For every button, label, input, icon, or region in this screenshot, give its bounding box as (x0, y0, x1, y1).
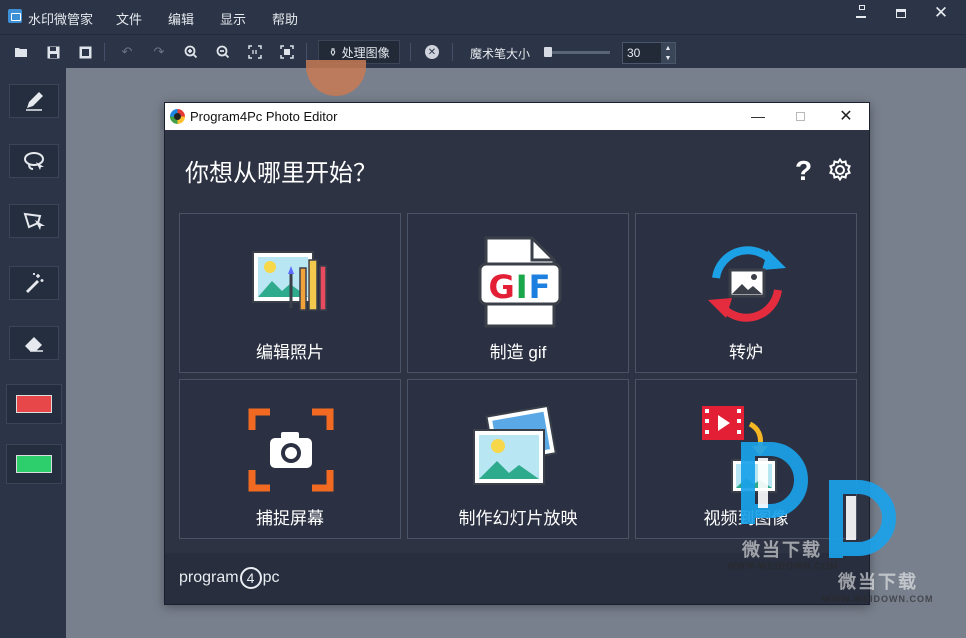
menu-edit[interactable]: 编辑 (168, 9, 194, 28)
save-as-icon[interactable] (76, 43, 94, 61)
magic-wand-icon (26, 273, 44, 293)
brush-size-slider-thumb[interactable] (543, 47, 552, 57)
menu-view[interactable]: 显示 (220, 9, 246, 28)
save-icon[interactable] (44, 43, 62, 61)
dialog-maximize-button[interactable] (785, 106, 815, 126)
dialog-heading: 你想从哪里开始？ (185, 160, 377, 187)
watermark-url: WWW.WEIDOWN.COM (727, 561, 839, 571)
eraser-tool-button[interactable] (9, 326, 59, 360)
canvas-image-fragment (306, 60, 366, 96)
watermark-text: 微当下载 (742, 540, 822, 560)
actual-size-icon[interactable] (246, 43, 264, 61)
gear-icon[interactable] (827, 157, 853, 183)
capture-screen-label: 捕捉屏幕 (256, 509, 324, 528)
lasso-tool-button[interactable] (9, 144, 59, 178)
clear-selection-icon[interactable]: ✕ (425, 45, 439, 59)
brush-size-slider[interactable] (544, 51, 610, 54)
capture-screen-card[interactable]: 捕捉屏幕 (179, 379, 401, 539)
slideshow-photos-icon (473, 406, 558, 485)
brand-text-before: program (179, 569, 239, 586)
maximize-button[interactable] (880, 0, 922, 26)
gif-file-icon: GIF (478, 236, 562, 328)
watermark-text: 微当下载 (838, 572, 918, 592)
open-folder-icon[interactable] (12, 43, 30, 61)
converter-card[interactable]: 转炉 (635, 213, 857, 373)
brush-size-stepper[interactable]: 30 ▲ ▼ (622, 42, 676, 64)
toolbar-divider (104, 43, 105, 61)
slideshow-label: 制作幻灯片放映 (458, 509, 578, 528)
zoom-out-icon[interactable] (214, 43, 232, 61)
stamp-icon: ⚱ (328, 46, 338, 59)
toolbar-divider (306, 43, 307, 61)
maximize-icon (896, 8, 906, 18)
undo-icon[interactable]: ↶ (118, 43, 136, 61)
dialog-minimize-button[interactable]: — (743, 106, 773, 126)
brand-four: 4 (239, 567, 262, 589)
eraser-icon (25, 337, 43, 352)
toolbar-divider (452, 43, 453, 61)
polygon-lasso-icon (23, 212, 45, 230)
menu-bar: 文件 编辑 显示 帮助 (116, 9, 324, 28)
brand-text-after: pc (262, 569, 280, 586)
lasso-icon (24, 152, 44, 170)
stepper-arrows[interactable]: ▲ ▼ (661, 43, 675, 63)
dialog-title: Program4Pc Photo Editor (190, 109, 338, 124)
dialog-close-button[interactable]: ✕ (831, 106, 861, 126)
maximize-icon (795, 111, 805, 121)
chevron-up-icon[interactable]: ▲ (665, 45, 672, 52)
fit-window-icon[interactable] (278, 43, 296, 61)
edit-photo-label: 编辑照片 (256, 343, 324, 362)
secondary-color-swatch (16, 455, 52, 473)
program4pc-brand-logo: program 4 pc (179, 567, 279, 589)
redo-icon[interactable]: ↷ (150, 43, 168, 61)
tool-sidebar (0, 68, 66, 638)
convert-arrows-icon (708, 246, 786, 322)
slideshow-card[interactable]: 制作幻灯片放映 (407, 379, 629, 539)
menu-file[interactable]: 文件 (116, 9, 142, 28)
app-logo-icon (8, 9, 22, 23)
minimize-button[interactable] (840, 0, 882, 26)
edit-photo-icon (252, 251, 327, 311)
camera-capture-icon (248, 408, 334, 492)
brush-size-label: 魔术笔大小 (470, 47, 531, 61)
watermark-url: WWW.WEIDOWN.COM (822, 594, 934, 604)
converter-label: 转炉 (729, 343, 763, 362)
zoom-in-icon[interactable] (182, 43, 200, 61)
app-titlebar: 水印微管家 文件 编辑 显示 帮助 ✕ (0, 0, 966, 34)
pencil-tool-button[interactable] (9, 84, 59, 118)
gif-icon-text: GIF (488, 268, 551, 306)
secondary-color-button[interactable] (6, 444, 62, 484)
brush-size-value[interactable]: 30 (627, 46, 640, 60)
help-icon[interactable]: ? (795, 155, 812, 187)
main-toolbar: ↶ ↷ ⚱ 处理图像 ✕ 魔术笔大小 30 ▲ ▼ (0, 34, 966, 68)
magic-wand-tool-button[interactable] (9, 266, 59, 300)
close-button[interactable]: ✕ (920, 0, 962, 26)
pencil-icon (26, 92, 43, 111)
program4pc-logo-icon (170, 109, 185, 124)
primary-color-swatch (16, 395, 52, 413)
edit-photo-card[interactable]: 编辑照片 (179, 213, 401, 373)
app-title: 水印微管家 (28, 12, 94, 27)
primary-color-button[interactable] (6, 384, 62, 424)
make-gif-label: 制造 gif (489, 343, 547, 362)
dialog-titlebar: Program4Pc Photo Editor — ✕ (165, 103, 869, 130)
toolbar-divider (410, 43, 411, 61)
process-image-label: 处理图像 (341, 45, 390, 60)
menu-help[interactable]: 帮助 (272, 9, 298, 28)
minimize-icon (856, 4, 866, 18)
polygon-lasso-tool-button[interactable] (9, 204, 59, 238)
chevron-down-icon[interactable]: ▼ (665, 55, 672, 62)
make-gif-card[interactable]: GIF 制造 gif (407, 213, 629, 373)
